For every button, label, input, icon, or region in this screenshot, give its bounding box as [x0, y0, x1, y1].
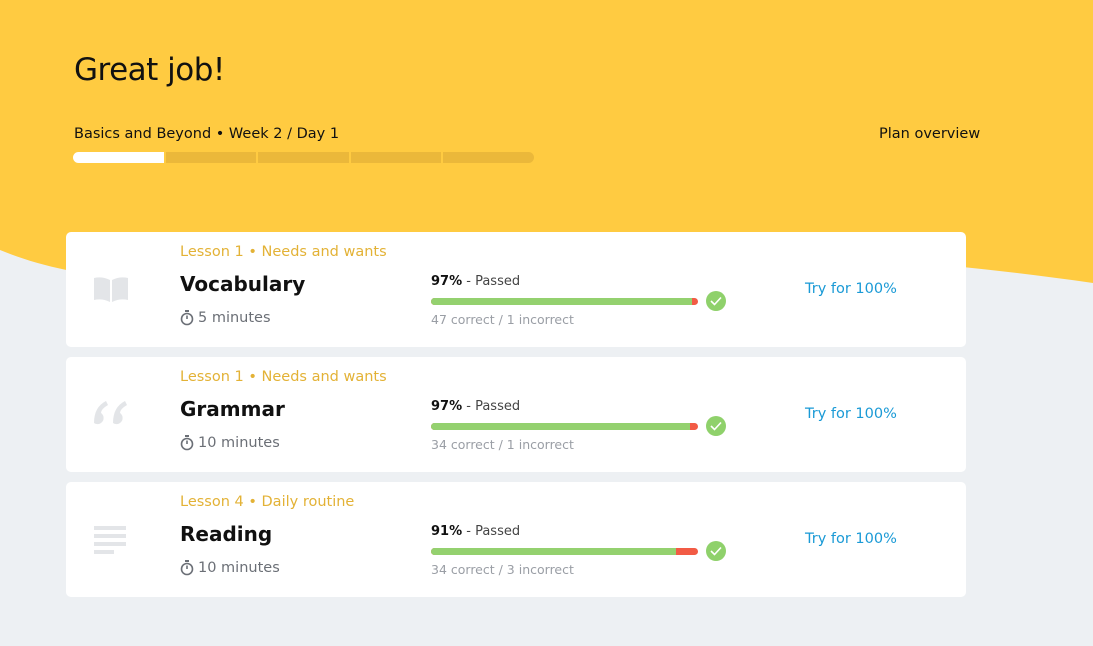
plan-overview-link[interactable]: Plan overview — [879, 126, 980, 142]
activity-card-grammar[interactable]: Lesson 1 • Needs and wants Grammar 10 mi… — [66, 357, 966, 472]
answer-counts: 47 correct / 1 incorrect — [431, 312, 574, 327]
try-for-100-link[interactable]: Try for 100% — [805, 281, 897, 297]
score-percent: 97% — [431, 399, 463, 414]
text-lines-icon — [92, 522, 130, 556]
lesson-label: Lesson 4 • Daily routine — [180, 494, 355, 510]
breadcrumb: Basics and Beyond • Week 2 / Day 1 — [74, 126, 340, 142]
page-title: Great job! — [74, 52, 225, 88]
score-bar — [431, 548, 698, 555]
score-line: 97% - Passed — [431, 399, 520, 414]
progress-segment — [350, 152, 442, 163]
answer-counts: 34 correct / 1 incorrect — [431, 437, 574, 452]
score-bar-fill — [431, 298, 693, 305]
score-bar-fill — [431, 548, 677, 555]
activity-title: Vocabulary — [180, 272, 306, 296]
answer-counts: 34 correct / 3 incorrect — [431, 562, 574, 577]
progress-segment — [258, 152, 349, 163]
lesson-label: Lesson 1 • Needs and wants — [180, 369, 387, 385]
score-status: - Passed — [462, 524, 521, 539]
score-percent: 91% — [431, 524, 463, 539]
activity-title: Grammar — [180, 397, 285, 421]
check-icon — [706, 291, 726, 311]
book-icon — [92, 272, 130, 306]
duration: 10 minutes — [180, 435, 280, 451]
duration: 10 minutes — [180, 560, 280, 576]
score-bar — [431, 423, 698, 430]
duration-text: 10 minutes — [198, 435, 280, 451]
activity-title: Reading — [180, 522, 273, 546]
progress-segment — [73, 152, 164, 163]
score-percent: 97% — [431, 274, 463, 289]
timer-icon — [180, 310, 194, 326]
duration-text: 10 minutes — [198, 560, 280, 576]
score-bar-fill — [431, 423, 691, 430]
progress-segment — [443, 152, 534, 163]
activity-card-vocabulary[interactable]: Lesson 1 • Needs and wants Vocabulary 5 … — [66, 232, 966, 347]
duration: 5 minutes — [180, 310, 271, 326]
progress-segment — [165, 152, 257, 163]
timer-icon — [180, 435, 194, 451]
lesson-label: Lesson 1 • Needs and wants — [180, 244, 387, 260]
score-status: - Passed — [462, 399, 521, 414]
check-icon — [706, 541, 726, 561]
try-for-100-link[interactable]: Try for 100% — [805, 531, 897, 547]
score-bar — [431, 298, 698, 305]
quote-icon — [92, 397, 130, 431]
score-line: 91% - Passed — [431, 524, 520, 539]
duration-text: 5 minutes — [198, 310, 271, 326]
activity-card-reading[interactable]: Lesson 4 • Daily routine Reading 10 minu… — [66, 482, 966, 597]
timer-icon — [180, 560, 194, 576]
check-icon — [706, 416, 726, 436]
day-progress-bar — [73, 152, 534, 163]
score-status: - Passed — [462, 274, 521, 289]
try-for-100-link[interactable]: Try for 100% — [805, 406, 897, 422]
score-line: 97% - Passed — [431, 274, 520, 289]
